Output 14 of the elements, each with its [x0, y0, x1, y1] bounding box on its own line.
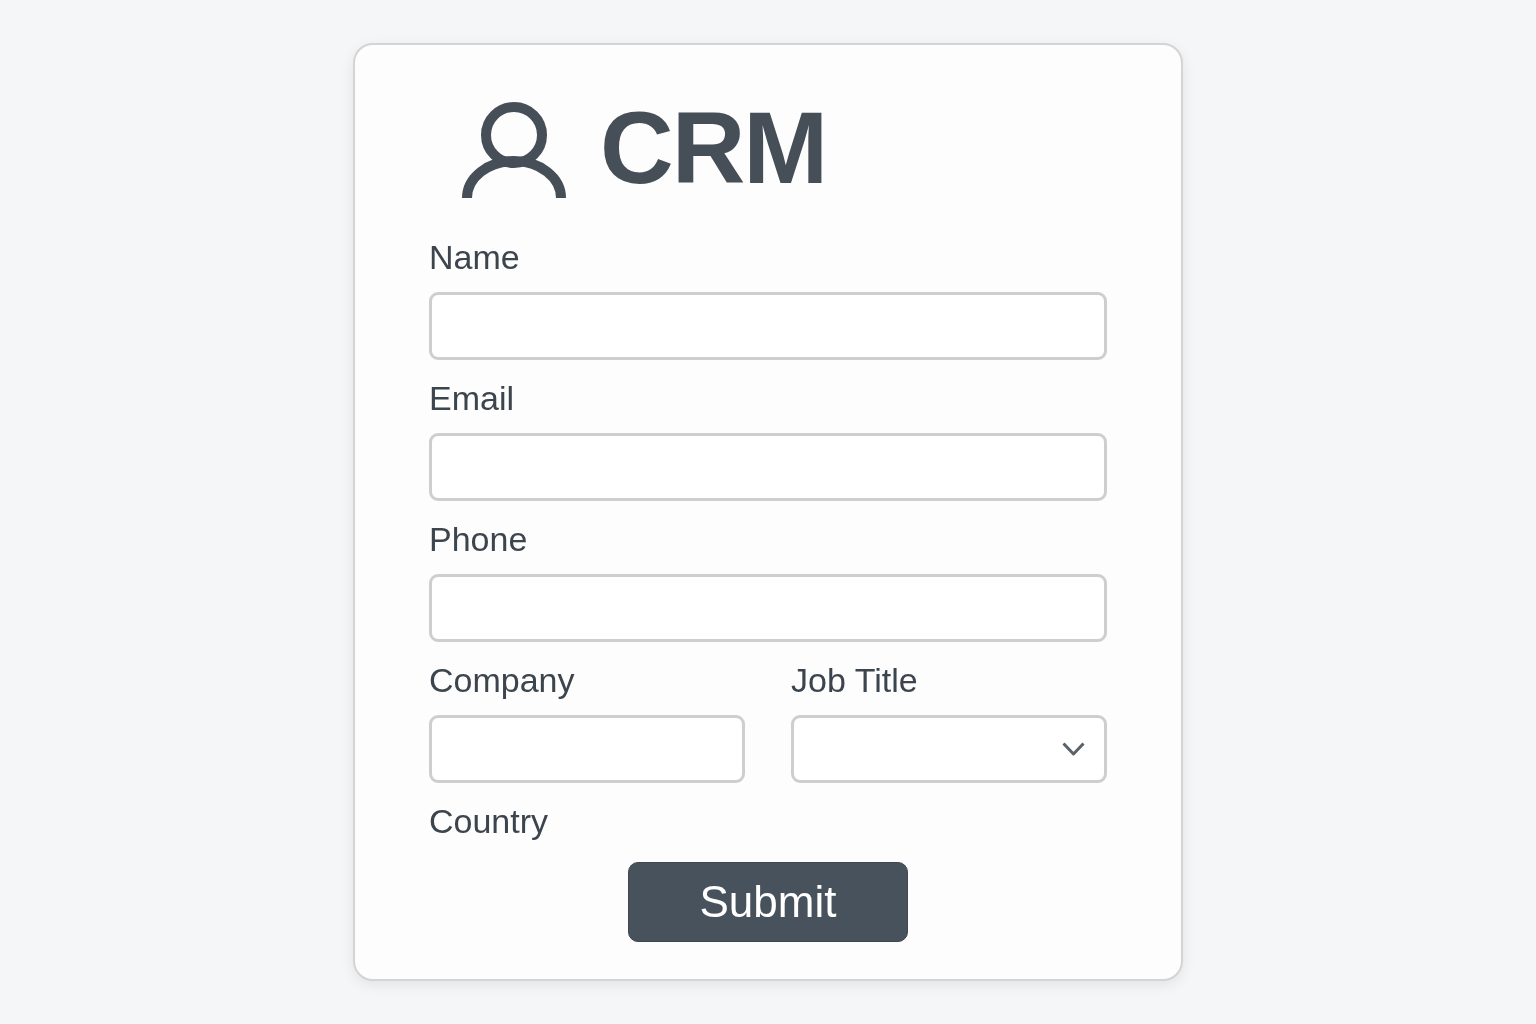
- input-field[interactable]: [429, 433, 1107, 501]
- app-title: CRM: [600, 97, 827, 199]
- input-field[interactable]: [429, 715, 745, 783]
- chevron-down-icon: [1062, 742, 1085, 756]
- input-field[interactable]: [429, 574, 1107, 642]
- field-label: Job Title: [791, 660, 919, 701]
- input-field[interactable]: [429, 292, 1107, 360]
- field-label: Country: [429, 801, 550, 842]
- dropdown-field[interactable]: [791, 715, 1107, 783]
- submit-button[interactable]: Submit: [628, 862, 908, 942]
- field-label: Name: [429, 237, 521, 278]
- field-label: Company: [429, 660, 576, 701]
- field-label: Email: [429, 378, 516, 419]
- field-label: Phone: [429, 519, 529, 560]
